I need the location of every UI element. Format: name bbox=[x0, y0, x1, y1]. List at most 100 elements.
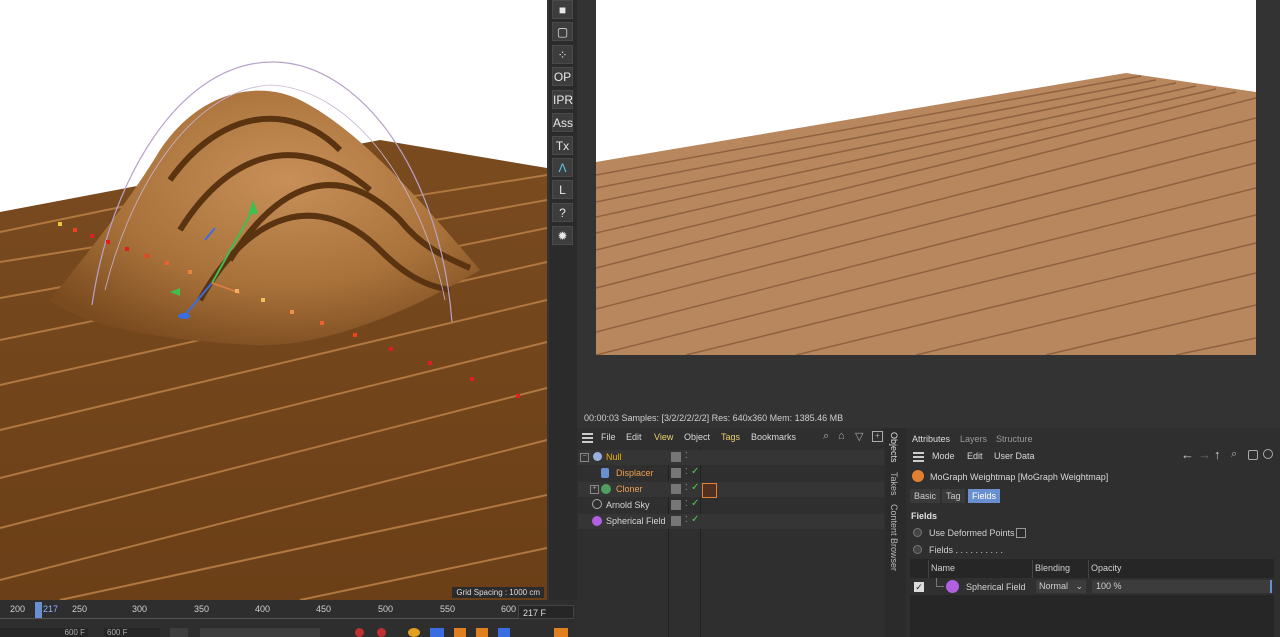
back-arrow-icon[interactable]: ← bbox=[1181, 447, 1194, 462]
settings-icon[interactable] bbox=[1263, 449, 1273, 459]
visibility-dots-icon[interactable]: ⁚ bbox=[685, 515, 688, 524]
column-blending[interactable]: Blending bbox=[1035, 563, 1070, 573]
use-deformed-points-checkbox[interactable] bbox=[1016, 528, 1026, 538]
menu-mode[interactable]: Mode bbox=[932, 451, 955, 461]
tick-label: 217 bbox=[43, 604, 59, 614]
menu-object[interactable]: Object bbox=[684, 432, 710, 442]
object-row-arnold-sky[interactable]: Arnold Sky ⁚ ✓ bbox=[578, 498, 884, 513]
column-name[interactable]: Name bbox=[931, 563, 955, 573]
vtab-takes[interactable]: Takes bbox=[889, 472, 899, 496]
home-icon[interactable]: ⌂ bbox=[838, 430, 845, 442]
help-button[interactable]: ? bbox=[552, 203, 573, 222]
animate-radio[interactable] bbox=[913, 545, 922, 554]
visibility-dots-icon[interactable]: ⁚ bbox=[685, 483, 688, 492]
tab-layers[interactable]: Layers bbox=[960, 434, 987, 444]
menu-user-data[interactable]: User Data bbox=[994, 451, 1035, 461]
expand-icon[interactable]: + bbox=[590, 485, 599, 494]
vtab-content-browser[interactable]: Content Browser bbox=[889, 504, 899, 571]
current-frame-field[interactable]: 217 F bbox=[518, 605, 574, 619]
playback-controls[interactable] bbox=[200, 628, 320, 637]
ass-button[interactable]: Ass bbox=[552, 113, 573, 132]
collapse-icon[interactable]: − bbox=[580, 453, 589, 462]
hamburger-menu-icon[interactable] bbox=[913, 452, 924, 462]
visibility-dots-icon[interactable]: ⁚ bbox=[685, 499, 688, 508]
visibility-dots-icon[interactable]: ⁚ bbox=[685, 451, 688, 460]
key-tools[interactable] bbox=[408, 628, 568, 637]
move-key-icon[interactable] bbox=[430, 628, 444, 637]
timeline[interactable]: 200 217 250 300 350 400 450 500 550 600 … bbox=[0, 600, 577, 637]
animate-radio[interactable] bbox=[913, 528, 922, 537]
use-deformed-points-label: Use Deformed Points bbox=[929, 528, 1015, 538]
render-image[interactable] bbox=[596, 0, 1256, 355]
goto-start-button[interactable] bbox=[170, 628, 188, 637]
keyframe-icon[interactable] bbox=[408, 628, 420, 637]
search-icon[interactable]: ⌕ bbox=[823, 430, 829, 443]
render-scene bbox=[596, 73, 1256, 355]
subtab-basic[interactable]: Basic bbox=[910, 489, 941, 503]
tab-attributes[interactable]: Attributes bbox=[912, 434, 950, 444]
param-key-icon[interactable] bbox=[498, 628, 510, 637]
visibility-dots-icon[interactable]: ⁚ bbox=[685, 467, 688, 476]
filter-icon[interactable]: ▽ bbox=[855, 430, 863, 443]
arnold-logo-icon[interactable]: Λ bbox=[552, 158, 573, 177]
sphere-icon bbox=[946, 580, 959, 593]
object-name: Arnold Sky bbox=[606, 500, 650, 510]
enabled-check-icon[interactable]: ✓ bbox=[691, 466, 699, 477]
blending-select[interactable]: Normal ⌄ bbox=[1036, 580, 1086, 593]
field-enabled-checkbox[interactable]: ✓ bbox=[914, 582, 924, 592]
layer-icon[interactable] bbox=[671, 484, 681, 494]
lock-icon[interactable] bbox=[1248, 450, 1258, 460]
subtab-fields[interactable]: Fields bbox=[968, 489, 1001, 503]
max-frame-field[interactable]: 600 F bbox=[104, 628, 160, 637]
min-frame-field[interactable]: 600 F bbox=[0, 628, 88, 637]
tab-structure[interactable]: Structure bbox=[996, 434, 1033, 444]
menu-edit[interactable]: Edit bbox=[967, 451, 983, 461]
subtab-tag[interactable]: Tag bbox=[942, 489, 965, 503]
layer-icon[interactable] bbox=[671, 516, 681, 526]
menu-tags[interactable]: Tags bbox=[721, 432, 740, 442]
object-row-cloner[interactable]: + Cloner ⁚ ✓ bbox=[578, 482, 884, 498]
object-row-null[interactable]: − Null ⁚ bbox=[578, 450, 884, 465]
document-icon[interactable]: ▢ bbox=[552, 22, 573, 41]
record-buttons[interactable] bbox=[355, 628, 395, 637]
object-row-spherical-field[interactable]: Spherical Field ⁚ ✓ bbox=[578, 514, 884, 529]
light-button[interactable]: L bbox=[552, 180, 573, 199]
new-window-icon[interactable]: + bbox=[872, 431, 883, 442]
timeline-tool-icon[interactable] bbox=[554, 628, 568, 637]
fields-label: Fields . . . . . . . . . . bbox=[929, 545, 1004, 555]
menu-view[interactable]: View bbox=[654, 432, 673, 442]
particles-icon[interactable]: ⁘ bbox=[552, 45, 573, 64]
enabled-check-icon[interactable]: ✓ bbox=[691, 498, 699, 509]
hamburger-menu-icon[interactable] bbox=[582, 433, 593, 443]
tick-label: 550 bbox=[440, 604, 456, 614]
auto-key-icon[interactable] bbox=[377, 628, 386, 637]
menu-bookmarks[interactable]: Bookmarks bbox=[751, 432, 796, 442]
up-arrow-icon[interactable]: ↑ bbox=[1214, 447, 1221, 462]
column-opacity[interactable]: Opacity bbox=[1091, 563, 1122, 573]
weightmap-tag-icon[interactable] bbox=[702, 483, 717, 498]
scale-key-icon[interactable] bbox=[454, 628, 466, 637]
tx-button[interactable]: Tx bbox=[552, 136, 573, 155]
cube-icon[interactable]: ■ bbox=[552, 0, 573, 19]
ipr-button[interactable]: IPR bbox=[552, 90, 573, 109]
sphere-icon bbox=[592, 516, 602, 526]
object-name: Displacer bbox=[616, 468, 654, 478]
layer-icon[interactable] bbox=[671, 468, 681, 478]
layer-icon[interactable] bbox=[671, 500, 681, 510]
opacity-slider[interactable]: 100 % bbox=[1092, 580, 1272, 593]
menu-edit[interactable]: Edit bbox=[626, 432, 642, 442]
object-row-displacer[interactable]: Displacer ⁚ ✓ bbox=[578, 466, 884, 481]
playhead[interactable] bbox=[35, 602, 42, 618]
settings-gear-icon[interactable]: ✹ bbox=[552, 226, 573, 245]
forward-arrow-icon[interactable]: → bbox=[1198, 447, 1211, 462]
enabled-check-icon[interactable]: ✓ bbox=[691, 514, 699, 525]
record-icon[interactable] bbox=[355, 628, 364, 637]
search-icon[interactable]: ⌕ bbox=[1231, 448, 1237, 461]
op-button[interactable]: OP bbox=[552, 67, 573, 86]
rotate-key-icon[interactable] bbox=[476, 628, 488, 637]
menu-file[interactable]: File bbox=[601, 432, 616, 442]
3d-viewport[interactable]: Grid Spacing : 1000 cm bbox=[0, 0, 547, 600]
vtab-objects[interactable]: Objects bbox=[889, 432, 899, 463]
layer-icon[interactable] bbox=[671, 452, 681, 462]
enabled-check-icon[interactable]: ✓ bbox=[691, 482, 699, 493]
